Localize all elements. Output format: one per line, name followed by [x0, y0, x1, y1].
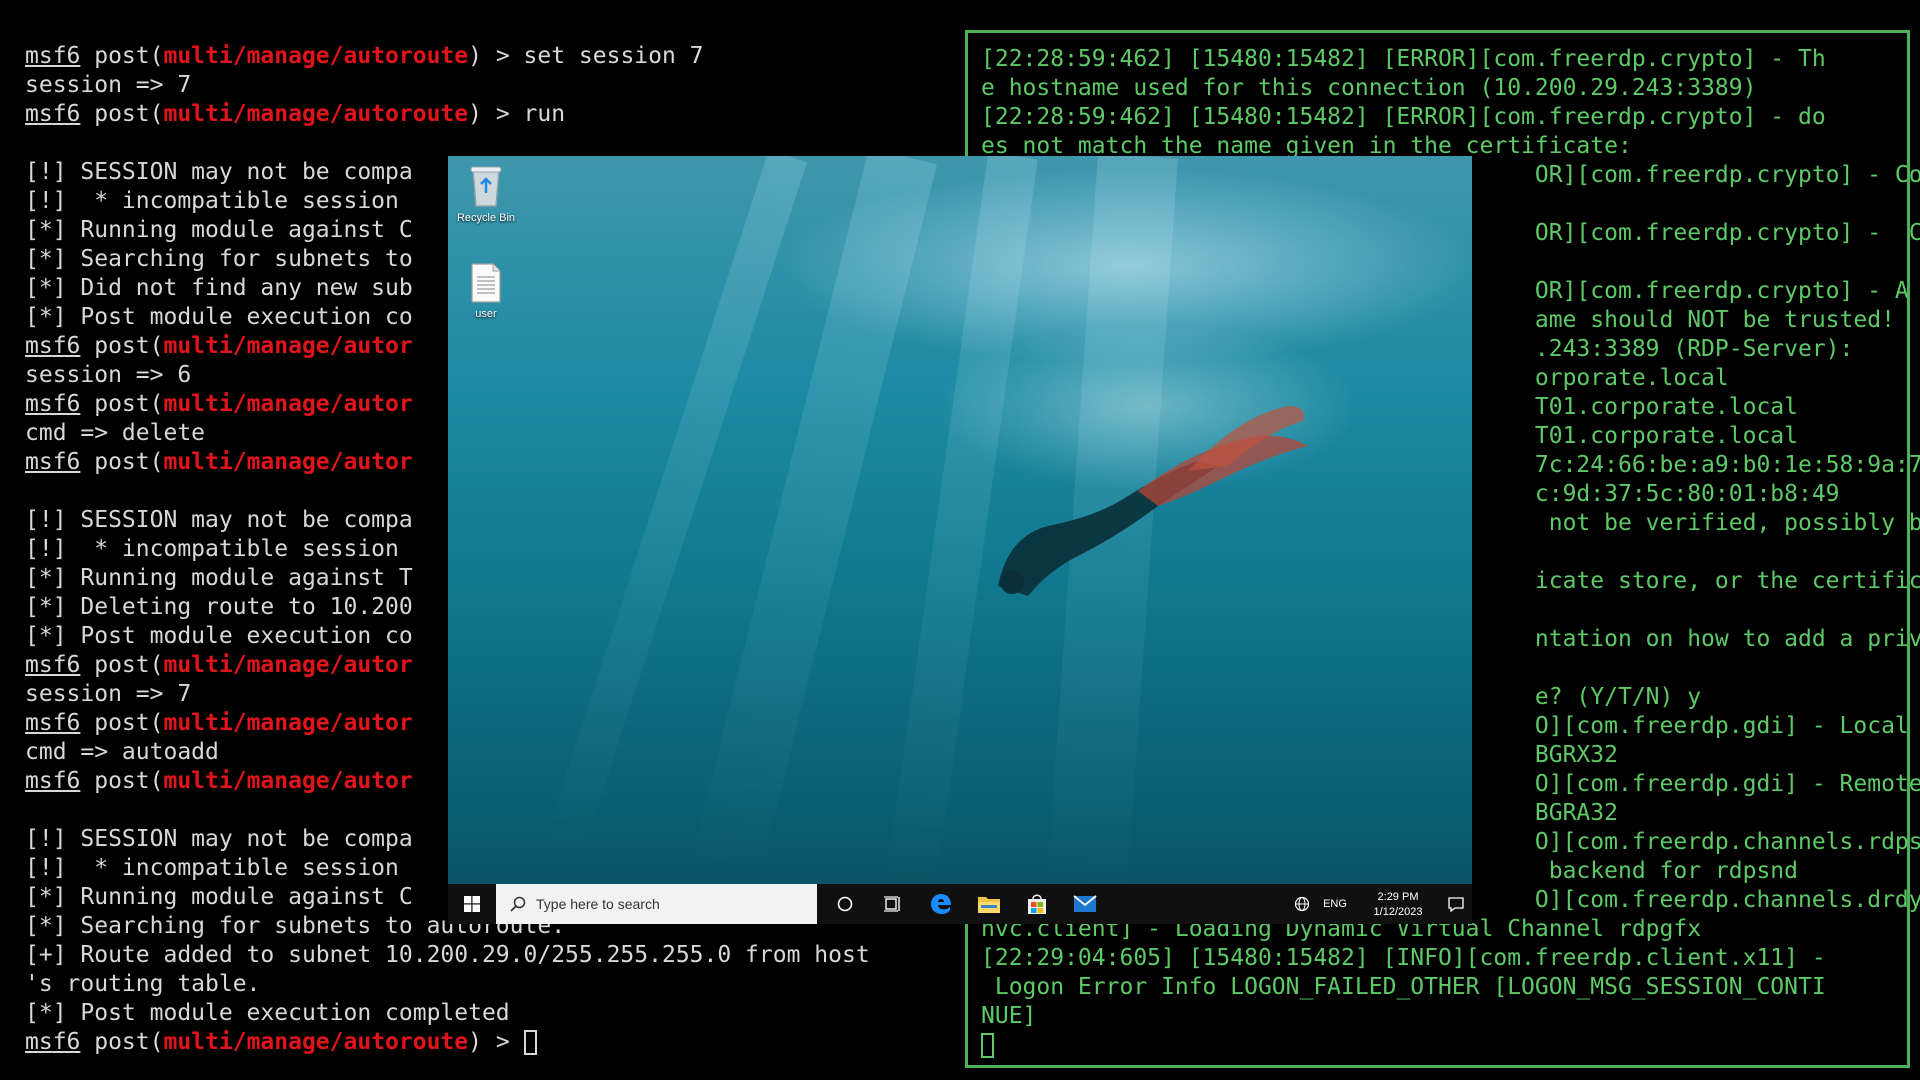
store-bag-icon [1028, 894, 1046, 914]
module-name: multi/manage/autoroute [163, 1029, 469, 1055]
folder-icon [978, 897, 1000, 913]
prompt-text: post( [80, 391, 164, 417]
terminal-prompt-line: msf6 post(multi/manage/autoroute) > run [25, 100, 945, 129]
desktop-icon-label: user [475, 308, 497, 320]
module-name: multi/manage/autor [163, 449, 413, 475]
terminal-prompt-line: msf6 post(multi/manage/autoroute) > [25, 1028, 945, 1057]
desktop-icon-user-file[interactable]: user [448, 262, 524, 320]
prompt-text: post( [80, 1029, 164, 1055]
windows-logo-icon [464, 896, 480, 912]
msf-prompt-prefix: msf6 [25, 1029, 81, 1055]
desktop-icon-recycle-bin[interactable]: Recycle Bin [448, 164, 524, 224]
prompt-text: post( [80, 333, 164, 359]
prompt-text: post( [80, 710, 164, 736]
prompt-text: post( [80, 449, 164, 475]
prompt-text: post( [80, 101, 164, 127]
search-placeholder: Type here to search [536, 896, 660, 912]
clock[interactable]: 2:29 PM 1/12/2023 [1356, 884, 1440, 924]
module-name: multi/manage/autoroute [163, 43, 469, 69]
rdp-remote-desktop[interactable]: Recycle Bin user Type here to search ENG… [448, 156, 1472, 924]
mail-button[interactable] [1061, 884, 1109, 924]
cortana-button[interactable] [821, 884, 869, 924]
rdp-terminal-cursor-line [981, 1031, 1920, 1060]
windows-taskbar: Type here to search ENG 2:29 PM 1/12/202… [448, 884, 1472, 924]
prompt-text: post( [80, 652, 164, 678]
terminal-prompt-line: msf6 post(multi/manage/autoroute) > set … [25, 42, 945, 71]
mail-icon [1073, 895, 1097, 912]
rdp-log-line: e hostname used for this connection (10.… [981, 75, 1757, 101]
clock-time: 2:29 PM [1377, 890, 1419, 903]
recycle-bin-icon [470, 166, 502, 207]
msf-prompt-prefix: msf6 [25, 710, 81, 736]
store-button[interactable] [1013, 884, 1061, 924]
module-name: multi/manage/autor [163, 652, 413, 678]
prompt-text: post( [80, 768, 164, 794]
module-name: multi/manage/autoroute [163, 101, 469, 127]
rdp-log-line: [22:28:59:462] [15480:15482] [ERROR][com… [981, 104, 1826, 130]
taskbar-search-box[interactable]: Type here to search [496, 884, 817, 924]
terminal-cursor[interactable] [981, 1033, 994, 1058]
rdp-log-line: Logon Error Info LOGON_FAILED_OTHER [LOG… [981, 974, 1826, 1000]
task-view-icon [884, 896, 900, 912]
msf-prompt-prefix: msf6 [25, 652, 81, 678]
prompt-command: ) > [468, 1029, 524, 1055]
language-indicator[interactable]: ENG [1318, 884, 1352, 924]
text-file-icon [471, 263, 501, 303]
msf-prompt-prefix: msf6 [25, 768, 81, 794]
module-name: multi/manage/autor [163, 391, 413, 417]
msf-prompt-prefix: msf6 [25, 101, 81, 127]
diver-image [998, 406, 1308, 596]
module-name: multi/manage/autor [163, 333, 413, 359]
edge-icon [931, 894, 951, 914]
prompt-text: post( [80, 43, 164, 69]
start-button[interactable] [448, 884, 496, 924]
msf-prompt-prefix: msf6 [25, 333, 81, 359]
action-center-button[interactable] [1440, 884, 1472, 924]
module-name: multi/manage/autor [163, 768, 413, 794]
prompt-command: ) > set session 7 [468, 43, 704, 69]
msf-prompt-prefix: msf6 [25, 449, 81, 475]
task-view-button[interactable] [869, 884, 917, 924]
terminal-output-line: session => 7 [25, 72, 192, 98]
prompt-command: ) > run [468, 101, 566, 127]
module-name: multi/manage/autor [163, 710, 413, 736]
terminal-cursor[interactable] [523, 1030, 537, 1055]
network-tray-button[interactable] [1292, 884, 1312, 924]
terminal-output-line: 's routing table. [25, 971, 261, 997]
clock-date: 1/12/2023 [1373, 905, 1423, 918]
rdp-log-line: NUE] [981, 1003, 1037, 1029]
search-icon [510, 896, 526, 912]
globe-network-icon [1294, 896, 1310, 912]
file-explorer-button[interactable] [965, 884, 1013, 924]
rdp-log-line: [22:28:59:462] [15480:15482] [ERROR][com… [981, 46, 1826, 72]
terminal-output-line: [*] Post module execution completed [25, 1000, 510, 1026]
msf-prompt-prefix: msf6 [25, 391, 81, 417]
edge-browser-button[interactable] [917, 884, 965, 924]
rdp-log-line: [22:29:04:605] [15480:15482] [INFO][com.… [981, 945, 1826, 971]
terminal-output-line: [+] Route added to subnet 10.200.29.0/25… [25, 942, 870, 968]
msf-prompt-prefix: msf6 [25, 43, 81, 69]
notification-icon [1448, 897, 1464, 913]
desktop-icon-label: Recycle Bin [456, 212, 516, 224]
cortana-circle-icon [837, 896, 853, 912]
